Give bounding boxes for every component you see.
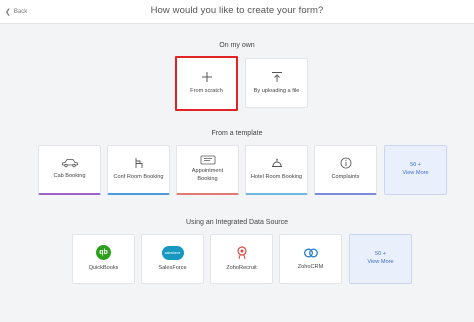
template-cab-booking[interactable]: Cab Booking — [38, 145, 101, 195]
section-title-template: From a template — [211, 130, 263, 137]
upload-icon — [271, 71, 283, 83]
plus-icon — [201, 71, 213, 83]
integration-salesforce[interactable]: salesforce SalesForce — [141, 234, 204, 284]
template-conf-room-booking[interactable]: Conf Room Booking — [107, 145, 170, 195]
ticket-icon — [200, 155, 216, 165]
template-hotel-room-booking[interactable]: Hotel Room Booking — [245, 145, 308, 195]
upload-file-label: By uploading a file — [253, 87, 300, 94]
template-label: Appointment Booking — [191, 168, 224, 182]
integration-quickbooks[interactable]: qb QuickBooks — [72, 234, 135, 284]
integration-label: QuickBooks — [88, 265, 119, 272]
template-label: Hotel Room Booking — [250, 174, 303, 181]
template-label: Conf Room Booking — [113, 174, 164, 181]
integration-label: ZohoRecruit — [226, 264, 257, 271]
section-title-own: On my own — [219, 42, 255, 49]
quickbooks-logo-text: qb — [96, 245, 111, 261]
view-more-label: View More — [402, 170, 429, 176]
template-appointment-booking[interactable]: Appointment Booking — [176, 145, 239, 195]
from-scratch-label: From scratch — [190, 88, 223, 95]
template-complaints[interactable]: Complaints — [314, 145, 377, 195]
top-bar: ❮ Back How would you like to create your… — [0, 0, 474, 24]
from-scratch-card[interactable]: From scratch — [175, 56, 238, 111]
zohorecruit-icon — [236, 246, 248, 260]
upload-file-card[interactable]: By uploading a file — [245, 58, 308, 108]
page-title: How would you like to create your form? — [150, 5, 324, 16]
chair-icon — [133, 157, 145, 169]
section-title-integrations: Using an Integrated Data Source — [186, 219, 288, 226]
template-label: Cab Booking — [53, 173, 86, 180]
car-icon — [61, 158, 79, 168]
integration-zohorecruit[interactable]: ZohoRecruit — [210, 234, 273, 284]
template-label: Complaints — [331, 174, 360, 181]
salesforce-logo-text: salesforce — [161, 245, 184, 260]
info-icon — [340, 157, 352, 169]
more-count: 50 + — [374, 251, 387, 258]
zohocrm-icon — [303, 247, 319, 259]
more-count: 50 + — [409, 162, 422, 169]
salesforce-icon: salesforce — [161, 245, 184, 260]
integration-label: ZohoCRM — [297, 263, 324, 270]
bell-icon — [270, 157, 284, 169]
templates-view-more-button[interactable]: 50 + View More — [384, 145, 447, 195]
integration-label: SalesForce — [158, 264, 187, 271]
integrations-view-more-button[interactable]: 50 + View More — [349, 234, 412, 284]
quickbooks-icon: qb — [96, 245, 111, 261]
view-more-label: View More — [367, 259, 394, 265]
integration-zohocrm[interactable]: ZohoCRM — [279, 234, 342, 284]
